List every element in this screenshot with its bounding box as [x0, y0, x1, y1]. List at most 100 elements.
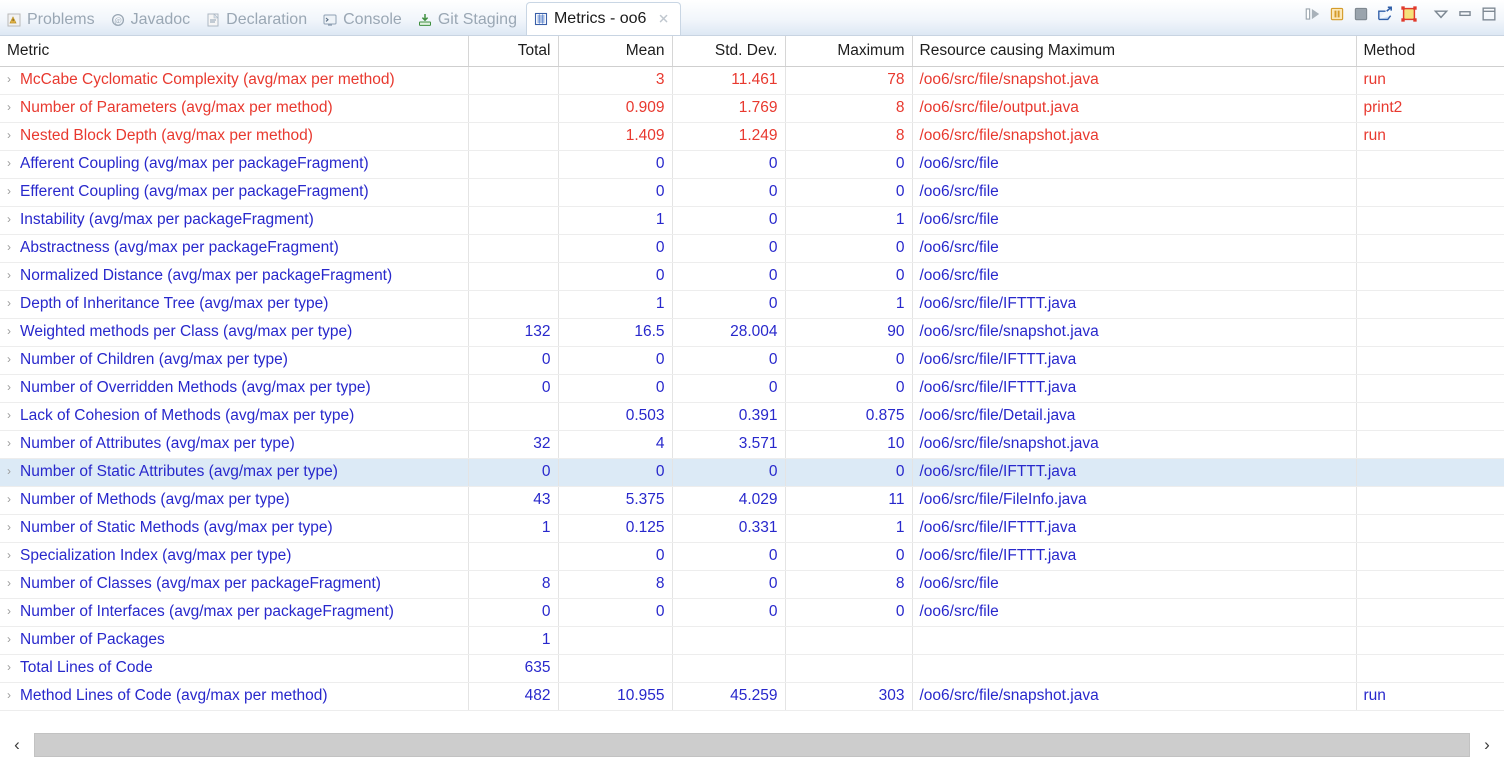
expand-arrow-icon[interactable]: ›: [7, 353, 20, 365]
expand-arrow-icon[interactable]: ›: [7, 185, 20, 197]
table-row[interactable]: › Normalized Distance (avg/max per packag…: [0, 262, 1504, 291]
table-row[interactable]: › Depth of Inheritance Tree (avg/max per …: [0, 290, 1504, 319]
metric-name-cell: › Afferent Coupling (avg/max per packageF…: [0, 150, 469, 179]
expand-arrow-icon[interactable]: ›: [7, 213, 20, 225]
scrollbar-thumb[interactable]: [34, 733, 1470, 757]
expand-arrow-icon[interactable]: ›: [7, 689, 20, 701]
cell-method: [1356, 598, 1504, 627]
table-row[interactable]: › Number of Methods (avg/max per type) 43 5…: [0, 486, 1504, 515]
maximize-view-icon[interactable]: [1478, 3, 1500, 25]
tab-label: Console: [343, 10, 402, 28]
expand-arrow-icon[interactable]: ›: [7, 73, 20, 85]
cell-method: [1356, 430, 1504, 459]
cell-stddev: 0: [672, 458, 786, 487]
metric-label: Instability (avg/max per packageFragment…: [20, 211, 314, 228]
cell-resource: /oo6/src/file: [912, 598, 1357, 627]
cell-total: [468, 122, 559, 151]
table-row[interactable]: › Number of Interfaces (avg/max per packa…: [0, 598, 1504, 627]
table-row[interactable]: › Instability (avg/max per packageFragmen…: [0, 206, 1504, 235]
scrollbar-track[interactable]: [34, 733, 1470, 757]
expand-arrow-icon[interactable]: ›: [7, 157, 20, 169]
cell-mean: 0: [558, 150, 673, 179]
metric-label: Number of Static Methods (avg/max per ty…: [20, 519, 333, 536]
scroll-left-arrow-icon[interactable]: ‹: [0, 728, 34, 762]
cell-method: [1356, 178, 1504, 207]
expand-arrow-icon[interactable]: ›: [7, 577, 20, 589]
table-row[interactable]: › Specialization Index (avg/max per type)…: [0, 542, 1504, 571]
table-row[interactable]: › Efferent Coupling (avg/max per packageF…: [0, 178, 1504, 207]
expand-arrow-icon[interactable]: ›: [7, 241, 20, 253]
table-row[interactable]: › Nested Block Depth (avg/max per method)…: [0, 122, 1504, 151]
metric-name-cell: › Lack of Cohesion of Methods (avg/max pe…: [0, 402, 469, 431]
cell-total: 1: [468, 626, 559, 655]
horizontal-scrollbar[interactable]: ‹ ›: [0, 728, 1504, 762]
table-row[interactable]: › Method Lines of Code (avg/max per metho…: [0, 682, 1504, 711]
tab-label: Javadoc: [130, 10, 191, 28]
table-row[interactable]: › Abstractness (avg/max per packageFragme…: [0, 234, 1504, 263]
scroll-right-arrow-icon[interactable]: ›: [1470, 728, 1504, 762]
column-header-resource-causing-maximum[interactable]: Resource causing Maximum: [912, 36, 1357, 67]
tab-console[interactable]: Console: [316, 4, 411, 35]
cell-maximum: 1: [785, 514, 913, 543]
view-menu-icon[interactable]: [1430, 3, 1452, 25]
cell-mean: 0: [558, 178, 673, 207]
table-row[interactable]: › Number of Parameters (avg/max per metho…: [0, 94, 1504, 123]
tab-git-staging[interactable]: Git Staging: [411, 4, 526, 35]
expand-arrow-icon[interactable]: ›: [7, 493, 20, 505]
cell-stddev: 0: [672, 598, 786, 627]
column-header-metric[interactable]: Metric: [0, 36, 469, 67]
column-header-std-dev[interactable]: Std. Dev.: [672, 36, 786, 67]
cell-method: [1356, 626, 1504, 655]
expand-arrow-icon[interactable]: ›: [7, 325, 20, 337]
expand-arrow-icon[interactable]: ›: [7, 269, 20, 281]
table-row[interactable]: › Afferent Coupling (avg/max per packageF…: [0, 150, 1504, 179]
column-header-total[interactable]: Total: [468, 36, 559, 67]
column-header-maximum[interactable]: Maximum: [785, 36, 913, 67]
table-row[interactable]: › Number of Packages 1: [0, 626, 1504, 655]
expand-arrow-icon[interactable]: ›: [7, 297, 20, 309]
expand-arrow-icon[interactable]: ›: [7, 437, 20, 449]
expand-arrow-icon[interactable]: ›: [7, 605, 20, 617]
cell-method: [1356, 486, 1504, 515]
close-icon[interactable]: [657, 12, 671, 26]
expand-arrow-icon[interactable]: ›: [7, 465, 20, 477]
expand-arrow-icon[interactable]: ›: [7, 101, 20, 113]
tab-metrics-oo6[interactable]: Metrics - oo6: [525, 2, 682, 35]
table-row[interactable]: › Number of Overridden Methods (avg/max p…: [0, 374, 1504, 403]
table-row[interactable]: › McCabe Cyclomatic Complexity (avg/max p…: [0, 66, 1504, 95]
metrics-table-container[interactable]: Metric Total Mean Std. Dev. Maximum Resource …: [0, 36, 1504, 728]
expand-arrow-icon[interactable]: ›: [7, 381, 20, 393]
table-row[interactable]: › Number of Static Attributes (avg/max pe…: [0, 458, 1504, 487]
cell-total: 8: [468, 570, 559, 599]
column-header-mean[interactable]: Mean: [558, 36, 673, 67]
expand-arrow-icon[interactable]: ›: [7, 661, 20, 673]
table-row[interactable]: › Total Lines of Code 635: [0, 654, 1504, 683]
minimize-view-icon[interactable]: [1454, 3, 1476, 25]
cell-maximum: 8: [785, 122, 913, 151]
expand-arrow-icon[interactable]: ›: [7, 633, 20, 645]
run-metrics-icon[interactable]: [1302, 3, 1324, 25]
cell-maximum: 0.875: [785, 402, 913, 431]
table-row[interactable]: › Lack of Cohesion of Methods (avg/max pe…: [0, 402, 1504, 431]
expand-arrow-icon[interactable]: ›: [7, 409, 20, 421]
tab-javadoc[interactable]: @ Javadoc: [104, 4, 200, 35]
metric-name-cell: › McCabe Cyclomatic Complexity (avg/max p…: [0, 66, 469, 95]
expand-arrow-icon[interactable]: ›: [7, 521, 20, 533]
table-row[interactable]: › Number of Static Methods (avg/max per t…: [0, 514, 1504, 543]
stop-metrics-icon[interactable]: [1350, 3, 1372, 25]
expand-arrow-icon[interactable]: ›: [7, 549, 20, 561]
table-row[interactable]: › Number of Children (avg/max per type) 0 0…: [0, 346, 1504, 375]
table-row[interactable]: › Weighted methods per Class (avg/max per…: [0, 318, 1504, 347]
cell-mean: [558, 626, 673, 655]
cell-mean: 0: [558, 542, 673, 571]
dependency-graph-icon[interactable]: [1398, 3, 1420, 25]
expand-arrow-icon[interactable]: ›: [7, 129, 20, 141]
table-row[interactable]: › Number of Attributes (avg/max per type)…: [0, 430, 1504, 459]
tab-declaration[interactable]: Declaration: [199, 4, 316, 35]
table-row[interactable]: › Number of Classes (avg/max per packageF…: [0, 570, 1504, 599]
tab-problems[interactable]: Problems: [0, 4, 104, 35]
column-header-method[interactable]: Method: [1356, 36, 1504, 67]
pause-metrics-icon[interactable]: [1326, 3, 1348, 25]
cell-stddev: 0: [672, 206, 786, 235]
export-metrics-icon[interactable]: [1374, 3, 1396, 25]
